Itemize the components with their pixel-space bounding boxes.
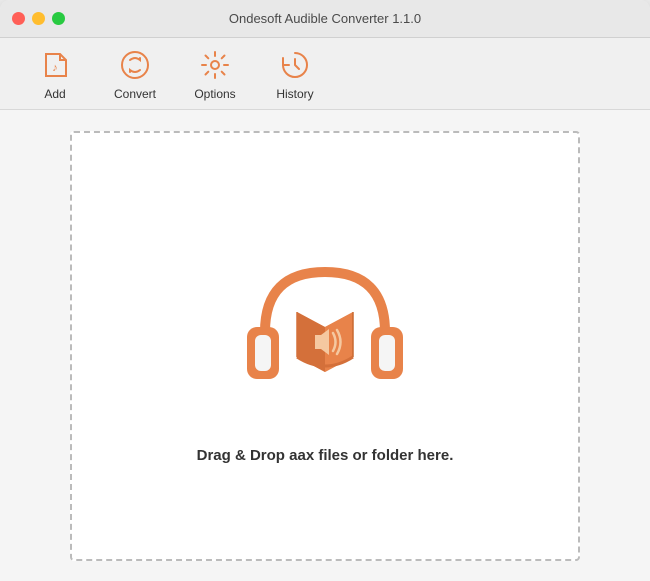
add-icon: ♪ (37, 47, 73, 83)
toolbar: ♪ Add Convert O (0, 38, 650, 110)
drop-zone-text: Drag & Drop aax files or folder here. (197, 447, 454, 464)
traffic-lights (12, 12, 65, 25)
svg-text:♪: ♪ (52, 62, 58, 74)
minimize-button[interactable] (32, 12, 45, 25)
title-bar: Ondesoft Audible Converter 1.1.0 (0, 0, 650, 38)
main-content: Drag & Drop aax files or folder here. (0, 110, 650, 581)
window-title: Ondesoft Audible Converter 1.1.0 (229, 11, 421, 26)
options-button[interactable]: Options (180, 44, 250, 104)
convert-icon (117, 47, 153, 83)
history-button[interactable]: History (260, 44, 330, 104)
history-label: History (276, 87, 313, 101)
convert-button[interactable]: Convert (100, 44, 170, 104)
audiobook-icon (225, 227, 425, 427)
add-button[interactable]: ♪ Add (20, 44, 90, 104)
convert-label: Convert (114, 87, 156, 101)
drop-zone[interactable]: Drag & Drop aax files or folder here. (70, 131, 580, 561)
history-icon (277, 47, 313, 83)
maximize-button[interactable] (52, 12, 65, 25)
close-button[interactable] (12, 12, 25, 25)
options-label: Options (194, 87, 235, 101)
app-window: Ondesoft Audible Converter 1.1.0 ♪ Add (0, 0, 650, 581)
add-label: Add (44, 87, 65, 101)
options-icon (197, 47, 233, 83)
